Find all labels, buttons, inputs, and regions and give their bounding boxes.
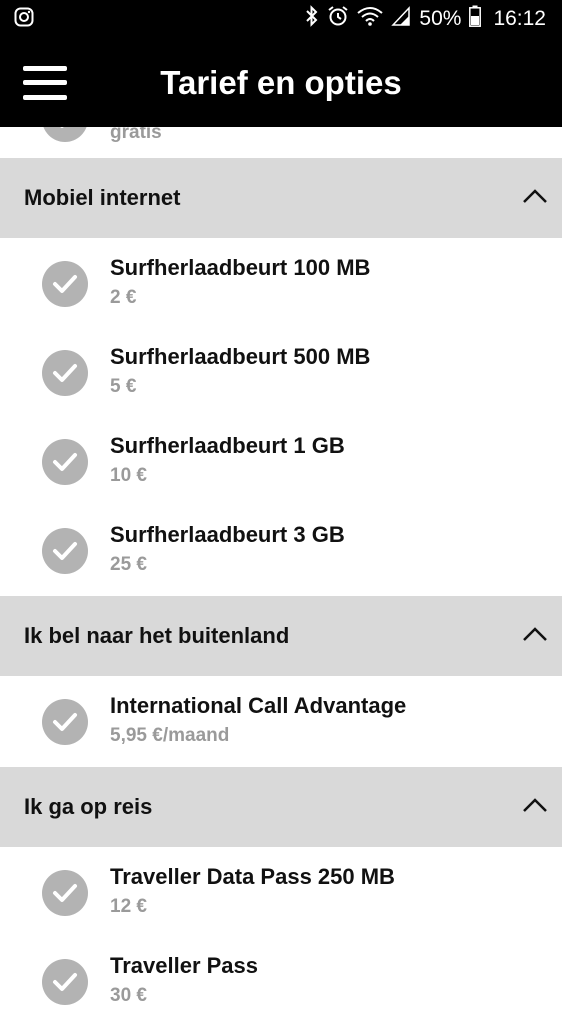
section-title: Ik bel naar het buitenland — [24, 623, 290, 648]
status-bar: 50% 16:12 — [0, 0, 562, 38]
check-icon — [42, 261, 88, 307]
list-item-partial[interactable]: gratis — [0, 127, 562, 158]
item-name: Surfherlaadbeurt 3 GB — [110, 522, 345, 547]
item-price: 12 € — [110, 896, 147, 917]
battery-percent: 50% — [419, 7, 462, 30]
check-icon — [42, 699, 88, 745]
section-header-buitenland[interactable]: Ik bel naar het buitenland — [0, 596, 562, 676]
instagram-icon — [14, 7, 34, 32]
section-header-mobiel-internet[interactable]: Mobiel internet — [0, 158, 562, 238]
signal-icon — [391, 6, 411, 32]
list-item[interactable]: Surfherlaadbeurt 3 GB 25 € — [0, 507, 562, 596]
list-item[interactable]: Traveller Data Pass 250 MB 12 € — [0, 849, 562, 938]
item-name: Traveller Pass — [110, 953, 259, 978]
item-price: 5,95 €/maand — [110, 725, 230, 746]
section-title: Mobiel internet — [24, 185, 181, 210]
item-name: Traveller Data Pass 250 MB — [110, 864, 395, 889]
check-icon — [42, 127, 88, 142]
section-title: Ik ga op reis — [24, 794, 153, 819]
check-icon — [42, 528, 88, 574]
item-name: Surfherlaadbeurt 100 MB — [110, 255, 371, 280]
check-icon — [42, 959, 88, 1005]
chevron-up-icon[interactable] — [522, 188, 548, 209]
item-name: Surfherlaadbeurt 1 GB — [110, 433, 345, 458]
item-price: 30 € — [110, 985, 147, 1006]
item-name: International Call Advantage — [110, 693, 407, 718]
item-name: Surfherlaadbeurt 500 MB — [110, 344, 371, 369]
check-icon — [42, 870, 88, 916]
wifi-icon — [357, 6, 384, 32]
section-header-op-reis[interactable]: Ik ga op reis — [0, 767, 562, 847]
options-list[interactable]: gratis Mobiel internet Surfherlaadbeurt … — [0, 127, 562, 1027]
item-price: 10 € — [110, 465, 147, 486]
item-price: 25 € — [110, 554, 147, 575]
item-price: 5 € — [110, 376, 137, 397]
app-bar: Tarief en opties — [0, 38, 562, 127]
battery-icon — [469, 5, 482, 33]
item-price: 2 € — [110, 287, 137, 308]
page-title: Tarief en opties — [160, 63, 402, 101]
alarm-icon — [327, 5, 349, 33]
check-icon — [42, 350, 88, 396]
list-item[interactable]: Surfherlaadbeurt 500 MB 5 € — [0, 329, 562, 418]
list-item[interactable]: Surfherlaadbeurt 100 MB 2 € — [0, 240, 562, 329]
list-item[interactable]: International Call Advantage 5,95 €/maan… — [0, 678, 562, 767]
list-item[interactable]: Traveller Pass 30 € — [0, 938, 562, 1027]
chevron-up-icon[interactable] — [522, 797, 548, 818]
list-item[interactable]: Surfherlaadbeurt 1 GB 10 € — [0, 418, 562, 507]
item-price: gratis — [110, 127, 162, 143]
status-time: 16:12 — [493, 7, 546, 30]
check-icon — [42, 439, 88, 485]
chevron-up-icon[interactable] — [522, 626, 548, 647]
menu-icon[interactable] — [23, 65, 67, 100]
bluetooth-icon — [305, 5, 319, 33]
